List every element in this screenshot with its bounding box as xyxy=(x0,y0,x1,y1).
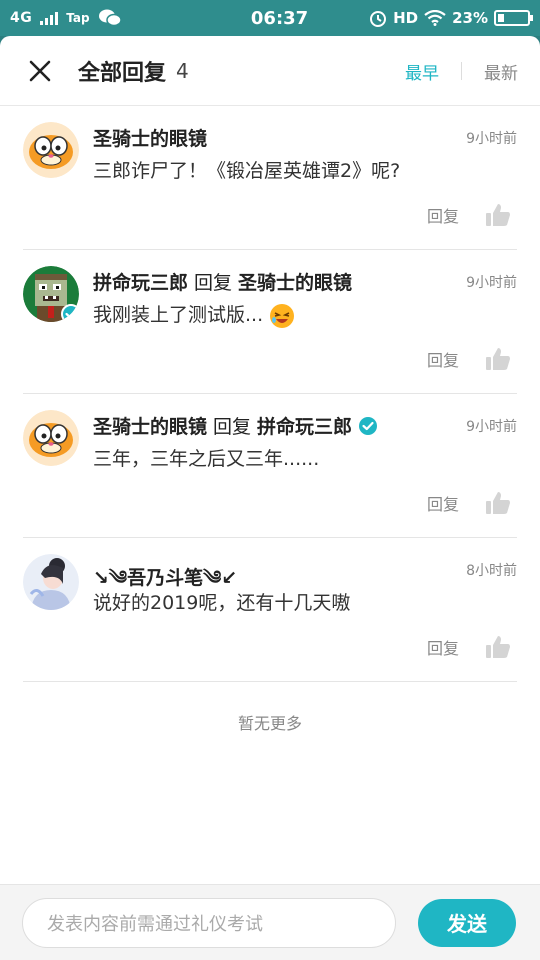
tap-app-label: Tap xyxy=(66,11,90,25)
alarm-icon xyxy=(370,11,387,27)
comment-item: 拼命玩三郎 回复 圣骑士的眼镜 9小时前 我刚装上了测试版... 回复 xyxy=(23,250,517,394)
sheet-header: 全部回复 4 最早 最新 xyxy=(0,36,540,106)
reply-target[interactable]: 拼命玩三郎 xyxy=(257,412,352,439)
page-title: 全部回复 xyxy=(78,60,167,86)
avatar[interactable] xyxy=(23,122,79,178)
garfield-avatar-icon xyxy=(23,122,79,178)
comment-text: 我刚装上了测试版... xyxy=(93,304,264,326)
thumbs-up-icon[interactable] xyxy=(485,346,511,372)
reply-button[interactable]: 回复 xyxy=(427,347,459,371)
comment-author[interactable]: 拼命玩三郎 xyxy=(93,268,188,295)
reply-count: 4 xyxy=(176,58,189,83)
network-indicator: 4G xyxy=(10,10,33,26)
comment-item: 圣骑士的眼镜 回复 拼命玩三郎 9小时前 三年，三年之后又三年...... 回复 xyxy=(23,394,517,538)
comment-list: 圣骑士的眼镜 9小时前 三郎诈尸了！《锻冶屋英雄谭2》呢? 回复 拼命玩三郎 回… xyxy=(0,106,540,734)
thumbs-up-icon[interactable] xyxy=(485,202,511,228)
laughing-emoji-icon xyxy=(270,303,295,328)
comment-time: 9小时前 xyxy=(466,419,517,435)
reply-input[interactable]: 发表内容前需通过礼仪考试 xyxy=(22,897,396,948)
verified-badge-icon xyxy=(61,304,79,322)
signal-icon xyxy=(40,12,59,25)
comment-actions: 回复 xyxy=(427,490,511,516)
garfield-avatar-icon xyxy=(23,410,79,466)
hd-indicator: HD xyxy=(393,9,419,27)
wechat-icon xyxy=(98,9,122,27)
clock: 06:37 xyxy=(250,7,309,29)
comment-item: 圣骑士的眼镜 9小时前 三郎诈尸了！《锻冶屋英雄谭2》呢? 回复 xyxy=(23,106,517,250)
reply-button[interactable]: 回复 xyxy=(427,491,459,515)
sort-options: 最早 最新 xyxy=(405,36,518,106)
comment-content: 我刚装上了测试版... xyxy=(93,300,457,329)
sort-latest-tab[interactable]: 最新 xyxy=(484,59,518,84)
comment-time: 8小时前 xyxy=(466,563,517,579)
comment-time: 9小时前 xyxy=(466,131,517,147)
battery-percent: 23% xyxy=(452,9,488,27)
status-right: HD 23% xyxy=(369,9,533,27)
girl-avatar-icon xyxy=(23,554,79,610)
sort-divider xyxy=(461,62,462,80)
comment-author-line: 圣骑士的眼镜 回复 拼命玩三郎 xyxy=(93,412,517,439)
reply-button[interactable]: 回复 xyxy=(427,635,459,659)
comment-author-line: 圣骑士的眼镜 xyxy=(93,124,517,151)
verified-badge-icon xyxy=(359,416,378,435)
avatar[interactable] xyxy=(23,266,79,322)
send-button[interactable]: 发送 xyxy=(418,898,516,947)
wifi-icon xyxy=(424,10,446,26)
thumbs-up-icon[interactable] xyxy=(485,634,511,660)
status-bar: 4G Tap 06:37 HD 23% xyxy=(0,0,540,36)
comment-content: 三年，三年之后又三年...... xyxy=(93,448,320,470)
reply-word: 回复 xyxy=(213,416,252,438)
close-button[interactable] xyxy=(20,51,60,91)
no-more-label: 暂无更多 xyxy=(237,714,302,733)
battery-icon xyxy=(494,10,533,26)
comment-author[interactable]: 圣骑士的眼镜 xyxy=(93,124,207,151)
close-icon xyxy=(29,60,51,81)
reply-button[interactable]: 回复 xyxy=(427,203,459,227)
reply-target[interactable]: 圣骑士的眼镜 xyxy=(238,268,352,295)
thumbs-up-icon[interactable] xyxy=(485,490,511,516)
reply-input-bar: 发表内容前需通过礼仪考试 发送 xyxy=(0,884,540,960)
reply-word: 回复 xyxy=(194,272,233,294)
comment-item: ↘༄吾乃斗笔༄↙ 8小时前 说好的2019呢，还有十几天嗷 回复 xyxy=(23,538,517,682)
comment-time: 9小时前 xyxy=(466,275,517,291)
avatar[interactable] xyxy=(23,410,79,466)
comment-author[interactable]: 圣骑士的眼镜 xyxy=(93,412,207,439)
comment-author-line: 拼命玩三郎 回复 圣骑士的眼镜 xyxy=(93,268,517,295)
sort-earliest-tab[interactable]: 最早 xyxy=(405,59,439,84)
replies-sheet: 全部回复 4 最早 最新 圣骑士的眼镜 9小时前 三郎诈尸了！《锻冶屋英雄谭2》… xyxy=(0,36,540,960)
avatar[interactable] xyxy=(23,554,79,610)
comment-actions: 回复 xyxy=(427,202,511,228)
comment-content: 三郎诈尸了！《锻冶屋英雄谭2》呢? xyxy=(93,160,401,182)
battery-fill xyxy=(498,14,504,22)
comment-content: 说好的2019呢，还有十几天嗷 xyxy=(93,592,351,614)
comment-actions: 回复 xyxy=(427,634,511,660)
comment-actions: 回复 xyxy=(427,346,511,372)
